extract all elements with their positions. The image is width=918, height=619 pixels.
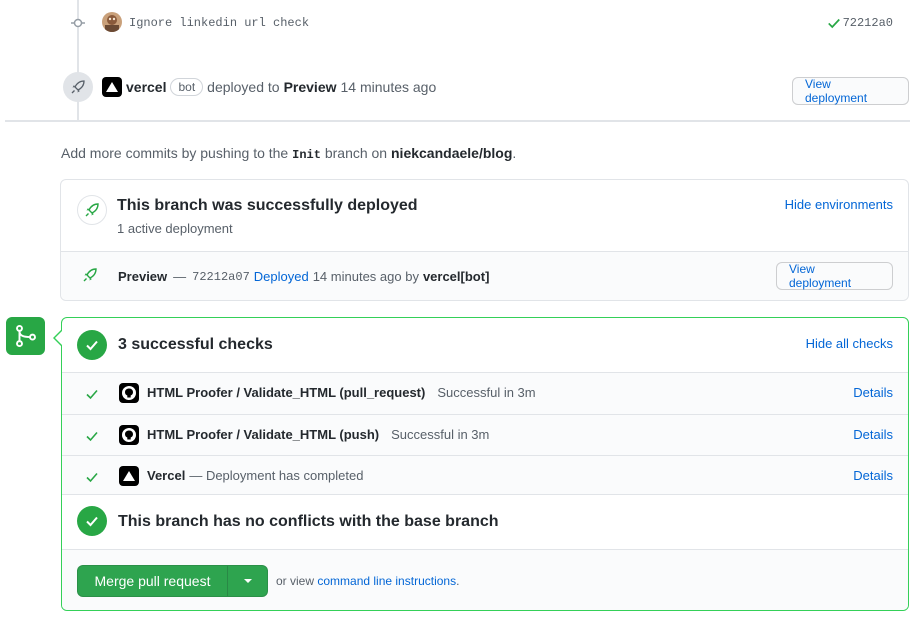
view-deployment-button[interactable]: View deployment [792, 77, 909, 105]
repo-name: niekcandaele/blog [391, 145, 513, 161]
deploy-event-text: vercel bot deployed to Preview 14 minute… [126, 78, 436, 96]
check-status: Successful in 3m [391, 427, 490, 442]
github-icon [119, 383, 139, 403]
merge-actions: Merge pull request or view command line … [62, 549, 908, 610]
check-text: HTML Proofer / Validate_HTML (push) Succ… [147, 427, 489, 442]
deploy-actor[interactable]: vercel [126, 79, 166, 95]
timeline-divider [5, 120, 910, 122]
command-line-instructions-link[interactable]: command line instructions [317, 574, 456, 588]
author-avatar[interactable] [102, 12, 122, 32]
checks-title: 3 successful checks [118, 336, 273, 353]
check-icon [86, 389, 98, 400]
view-deployment-button-2[interactable]: View deployment [776, 262, 893, 290]
deployment-status-group: Deployed 14 minutes ago by vercel[bot] [254, 269, 490, 284]
or-view-prefix: or view [276, 574, 315, 588]
check-row: Vercel — Deployment has completed Detail… [62, 455, 908, 496]
or-view-text: or view command line instructions. [276, 574, 459, 588]
rocket-icon [85, 203, 99, 217]
bot-badge: bot [170, 78, 204, 96]
check-icon [827, 18, 840, 29]
deployment-environment: Preview [118, 269, 168, 284]
rocket-icon [71, 80, 85, 94]
deployment-title: This branch was successfully deployed [117, 197, 418, 214]
merge-options-dropdown[interactable] [228, 566, 267, 596]
git-merge-icon [15, 324, 36, 348]
check-status: — Deployment has completed [189, 468, 364, 483]
commit-icon [71, 18, 85, 28]
check-row: HTML Proofer / Validate_HTML (push) Succ… [62, 414, 908, 455]
github-icon [119, 425, 139, 445]
merge-pull-request-button[interactable]: Merge pull request [78, 566, 228, 596]
deployment-time: 14 minutes ago by [312, 269, 419, 284]
checks-list: HTML Proofer / Validate_HTML (pull_reque… [62, 372, 908, 495]
branch-name: Init [292, 148, 321, 162]
merge-box-pointer-inner [55, 331, 62, 345]
add-commits-middle: branch on [324, 145, 388, 161]
check-icon [86, 340, 98, 351]
commit-message[interactable]: Ignore linkedin url check [129, 16, 309, 30]
check-details-link[interactable]: Details [853, 427, 893, 442]
hide-all-checks-link[interactable]: Hide all checks [806, 336, 893, 351]
check-text: Vercel — Deployment has completed [147, 468, 363, 483]
deployment-box: This branch was successfully deployed 1 … [60, 179, 909, 301]
check-name: HTML Proofer / Validate_HTML (push) [147, 427, 380, 442]
checks-status-icon [77, 330, 107, 360]
conflicts-status-icon [77, 506, 107, 536]
deploy-time: 14 minutes ago [340, 79, 437, 95]
check-details-link[interactable]: Details [853, 385, 893, 400]
commit-sha[interactable]: 72212a0 [827, 16, 893, 30]
deployment-status-icon [77, 195, 107, 225]
check-row: HTML Proofer / Validate_HTML (pull_reque… [62, 373, 908, 414]
hide-environments-link[interactable]: Hide environments [785, 197, 893, 212]
deployment-sha[interactable]: 72212a07 [192, 270, 250, 284]
add-commits-prefix: Add more commits by pushing to the [61, 145, 289, 161]
vercel-icon [119, 466, 139, 486]
merge-status-icon [6, 317, 45, 355]
check-text: HTML Proofer / Validate_HTML (pull_reque… [147, 385, 536, 400]
check-status: Successful in 3m [437, 385, 536, 400]
add-commits-suffix: . [512, 145, 517, 161]
check-icon [86, 516, 98, 527]
deploy-event-badge [63, 72, 93, 102]
rocket-icon [83, 268, 97, 282]
conflicts-title: This branch has no conflicts with the ba… [118, 513, 499, 530]
check-icon [86, 472, 98, 483]
merge-button-group: Merge pull request [77, 565, 268, 597]
check-name: Vercel [147, 468, 186, 483]
merge-box: 3 successful checks Hide all checks HTML… [61, 317, 909, 611]
vercel-icon [106, 82, 118, 92]
deployment-dash: — [173, 269, 187, 284]
deployed-link[interactable]: Deployed [254, 269, 309, 284]
triangle-down-icon [243, 579, 252, 583]
or-view-suffix: . [456, 574, 460, 588]
check-details-link[interactable]: Details [853, 468, 893, 483]
deployment-actor[interactable]: vercel[bot] [423, 269, 489, 284]
add-commits-hint: Add more commits by pushing to the Init … [61, 145, 516, 162]
deploy-environment: Preview [283, 79, 337, 95]
check-icon [86, 431, 98, 442]
deploy-action: deployed to [207, 79, 280, 95]
commit-sha-text[interactable]: 72212a0 [843, 16, 893, 30]
deployment-divider [61, 251, 908, 252]
vercel-avatar[interactable] [102, 77, 122, 97]
deployment-row: Preview — 72212a07 Deployed 14 minutes a… [118, 269, 489, 284]
deployment-subtitle: 1 active deployment [117, 221, 233, 236]
check-name: HTML Proofer / Validate_HTML (pull_reque… [147, 385, 426, 400]
